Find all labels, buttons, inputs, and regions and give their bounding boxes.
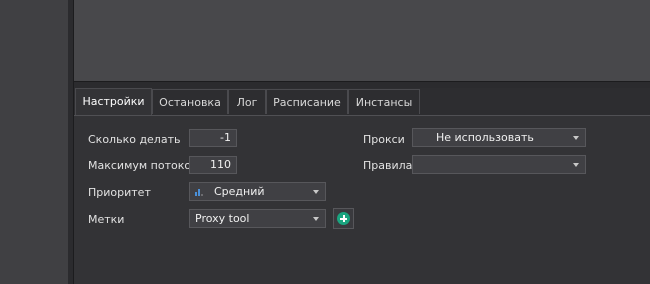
top-panel [74, 0, 650, 82]
tab-schedule[interactable]: Расписание [266, 89, 348, 114]
tab-log[interactable]: Лог [228, 89, 266, 114]
count-label: Сколько делать [88, 133, 181, 146]
threads-label: Максимум потоков [88, 159, 198, 172]
threads-input[interactable]: 110 [189, 156, 237, 174]
chevron-down-icon [573, 136, 579, 140]
tab-instances[interactable]: Инстансы [348, 89, 420, 114]
tags-select[interactable]: Proxy tool [189, 209, 326, 228]
tab-stop[interactable]: Остановка [152, 89, 228, 114]
plus-circle-icon [337, 212, 350, 225]
rules-select[interactable] [412, 155, 586, 174]
tags-label: Метки [88, 213, 125, 226]
settings-panel: Сколько делать -1 Максимум потоков 110 П… [74, 116, 650, 284]
tab-settings[interactable]: Настройки [75, 88, 152, 115]
priority-bars-icon [195, 189, 203, 196]
chevron-down-icon [313, 190, 319, 194]
left-panel [0, 0, 69, 284]
proxy-value: Не использовать [436, 131, 534, 144]
proxy-select[interactable]: Не использовать [412, 128, 586, 147]
priority-select[interactable]: Средний [189, 182, 326, 201]
tab-bar: Настройки Остановка Лог Расписание Инста… [74, 88, 650, 116]
count-input[interactable]: -1 [189, 129, 237, 147]
chevron-down-icon [573, 163, 579, 167]
tags-value: Proxy tool [195, 212, 250, 225]
priority-value: Средний [214, 185, 265, 198]
add-tag-button[interactable] [333, 208, 354, 229]
chevron-down-icon [313, 217, 319, 221]
proxy-label: Прокси [363, 133, 405, 146]
priority-label: Приоритет [88, 186, 151, 199]
rules-label: Правила [363, 159, 413, 172]
